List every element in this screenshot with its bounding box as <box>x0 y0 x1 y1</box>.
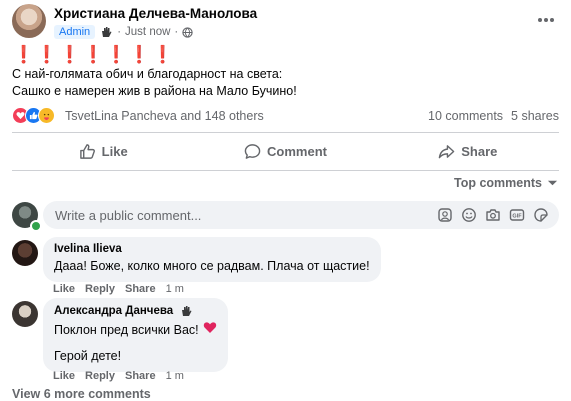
comment-share-button[interactable]: Share <box>125 370 156 382</box>
comment-share-button[interactable]: Share <box>125 283 156 295</box>
commenter-avatar[interactable] <box>12 301 38 327</box>
comment-time[interactable]: 1 m <box>166 283 184 295</box>
online-status-dot <box>30 220 42 232</box>
like-button[interactable]: Like <box>12 136 194 166</box>
commenter-name-row: Александра Данчева <box>54 304 217 318</box>
post-author-name[interactable]: Христиана Делчева-Манолова <box>54 6 257 21</box>
comment-text: Поклон пред всички Вас! <box>54 322 199 337</box>
composer-tools: GIF <box>437 207 549 223</box>
gif-icon[interactable]: GIF <box>509 207 525 223</box>
hand-icon <box>179 304 193 318</box>
post-meta: Admin · Just now · <box>54 24 193 40</box>
sticker-icon[interactable] <box>533 207 549 223</box>
admin-badge: Admin <box>54 25 96 39</box>
comment-text-line-2: Герой дете! <box>54 349 122 363</box>
share-label: Share <box>461 143 498 159</box>
post-line-2: Сашко е намерен жив в района на Мало Буч… <box>12 84 297 98</box>
sort-label: Top comments <box>454 176 542 190</box>
divider <box>12 132 559 133</box>
comment-label: Comment <box>267 143 327 159</box>
hand-icon <box>99 25 113 39</box>
comment-sort-dropdown[interactable]: Top comments <box>454 176 558 190</box>
post-action-bar: Like Comment Share <box>12 136 559 166</box>
commenter-name[interactable]: Ivelina Ilieva <box>54 243 370 255</box>
svg-text:GIF: GIF <box>512 214 522 220</box>
comment-reply-button[interactable]: Reply <box>85 283 115 295</box>
thumb-up-icon <box>79 143 95 159</box>
divider <box>12 170 559 171</box>
post-body: С най-голямата обич и благодарност на св… <box>12 66 297 100</box>
comment-bubble: Александра Данчева Поклон пред всички Ва… <box>43 298 228 372</box>
reaction-icons[interactable] <box>12 107 55 124</box>
comment-input[interactable] <box>53 206 437 224</box>
comment-time[interactable]: 1 m <box>166 370 184 382</box>
view-more-comments-link[interactable]: View 6 more comments <box>12 387 151 401</box>
post-line-1: С най-голямата обич и благодарност на св… <box>12 67 283 81</box>
comment-text-row: Поклон пред всички Вас! <box>54 321 217 338</box>
more-icon <box>538 18 554 22</box>
share-button[interactable]: Share <box>377 136 559 166</box>
comment-bubble: Ivelina Ilieva Дааа! Боже, колко много с… <box>43 237 381 282</box>
comment-button[interactable]: Comment <box>194 136 376 166</box>
engagement-counts: 10 comments 5 shares <box>428 109 559 123</box>
avatar-sticker-icon[interactable] <box>437 207 453 223</box>
post-time[interactable]: Just now <box>125 26 170 38</box>
globe-icon <box>182 26 193 38</box>
shares-count[interactable]: 5 shares <box>511 109 559 123</box>
exclamation-marks: ❗❗❗❗❗❗❗ <box>13 45 176 64</box>
comment-actions: Like Reply Share 1 m <box>53 370 184 382</box>
comment-like-button[interactable]: Like <box>53 283 75 295</box>
comment-icon <box>244 143 261 159</box>
camera-icon[interactable] <box>485 207 501 223</box>
red-heart-icon <box>203 321 217 338</box>
like-label: Like <box>101 143 128 159</box>
more-options-button[interactable] <box>535 12 557 28</box>
comments-count[interactable]: 10 comments <box>428 109 503 123</box>
comment-reply-button[interactable]: Reply <box>85 370 115 382</box>
comment-composer[interactable]: GIF <box>43 201 559 229</box>
comment-actions: Like Reply Share 1 m <box>53 283 184 295</box>
commenter-name[interactable]: Александра Данчева <box>54 305 173 317</box>
chevron-down-icon <box>547 180 558 186</box>
share-icon <box>438 144 455 158</box>
commenter-avatar[interactable] <box>12 240 38 266</box>
comment-like-button[interactable]: Like <box>53 370 75 382</box>
author-avatar[interactable] <box>12 4 46 38</box>
emoji-icon[interactable] <box>461 207 477 223</box>
reaction-summary[interactable]: TsvetLina Pancheva and 148 others <box>65 109 264 123</box>
comment-text: Дааа! Боже, колко много се радвам. Плача… <box>54 259 370 273</box>
care-reaction-icon <box>38 107 55 124</box>
